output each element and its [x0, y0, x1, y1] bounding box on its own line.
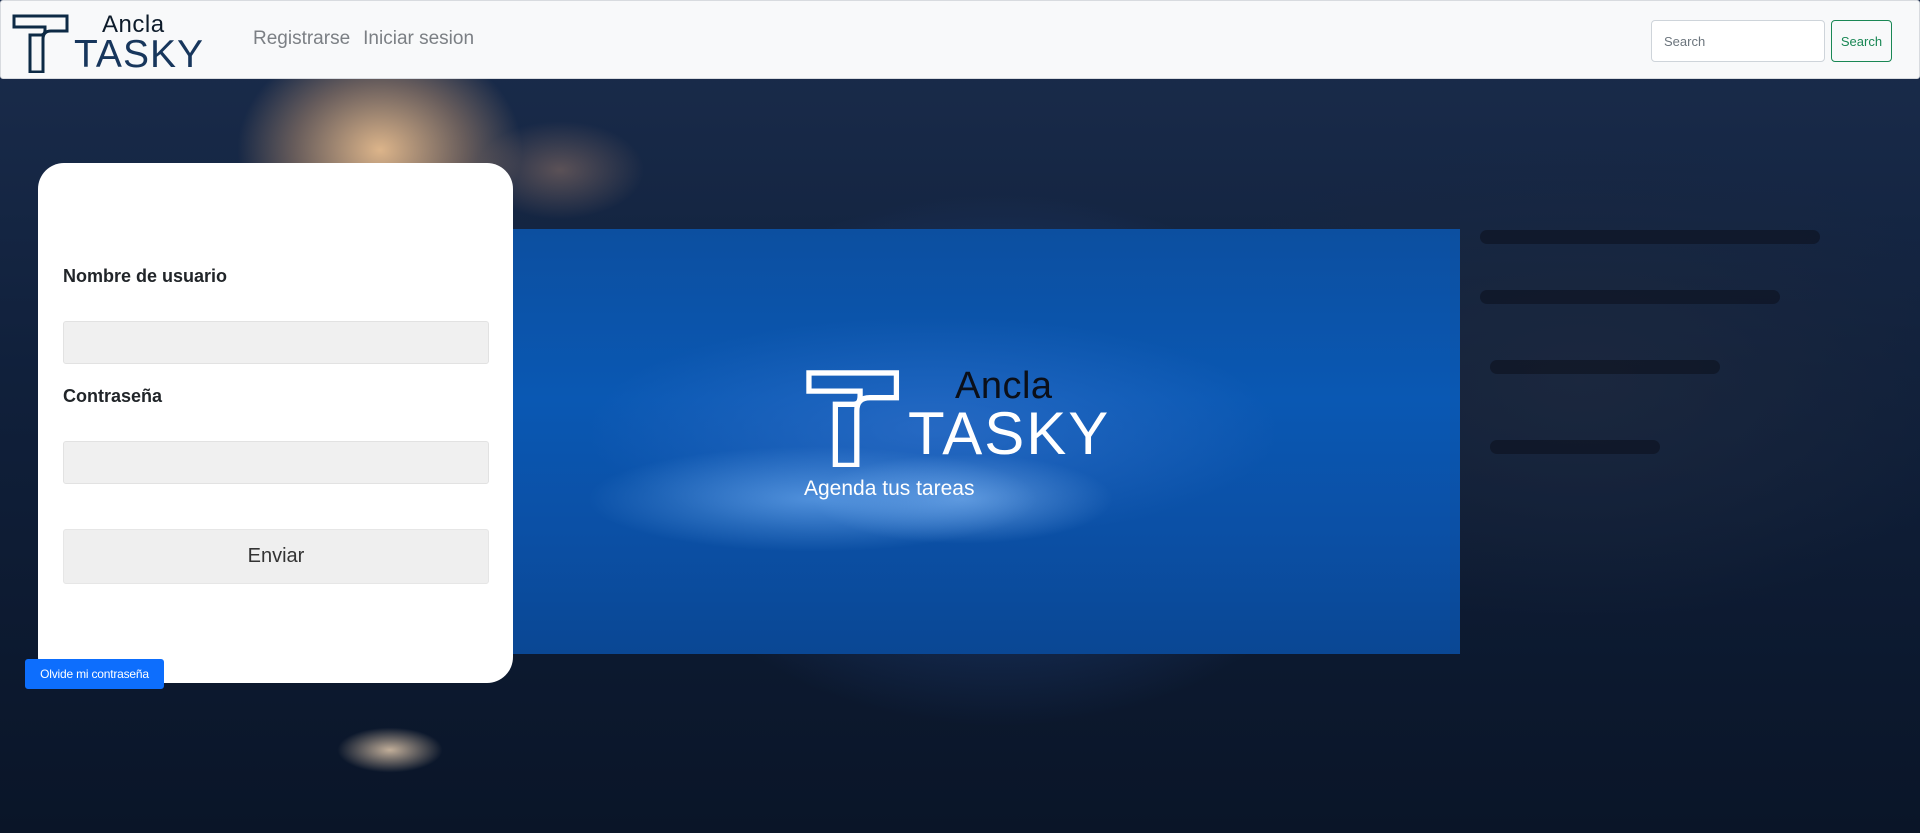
nav-link-registrarse[interactable]: Registrarse — [253, 28, 350, 50]
username-input[interactable] — [63, 321, 489, 364]
hero-banner: Ancla TASKY Agenda tus tareas — [513, 229, 1460, 654]
hero-tasky-text: TASKY — [908, 400, 1111, 467]
tasky-t-logo-icon — [12, 14, 69, 73]
navbar: Ancla TASKY Registrarse Iniciar sesion S… — [0, 0, 1920, 79]
background-decoration — [1480, 290, 1780, 304]
brand-tasky-text: TASKY — [74, 33, 204, 76]
background-decoration — [1490, 440, 1660, 454]
nav-link-iniciar-sesion[interactable]: Iniciar sesion — [363, 28, 474, 50]
password-input[interactable] — [63, 441, 489, 484]
username-label: Nombre de usuario — [63, 266, 228, 286]
brand-logo-link[interactable]: Ancla TASKY — [11, 11, 203, 76]
nav-links: Registrarse Iniciar sesion — [253, 28, 474, 50]
background-decoration — [1480, 230, 1820, 244]
login-card: Nombre de usuario Contraseña Enviar — [38, 163, 513, 683]
search-button[interactable]: Search — [1831, 20, 1892, 62]
background-decoration — [1490, 360, 1720, 374]
password-label: Contraseña — [63, 386, 163, 406]
search-input[interactable] — [1651, 20, 1825, 62]
hero-tagline: Agenda tus tareas — [804, 477, 975, 500]
forgot-password-button[interactable]: Olvide mi contraseña — [25, 659, 164, 689]
tasky-t-logo-icon — [806, 370, 900, 467]
submit-button[interactable]: Enviar — [63, 529, 489, 584]
